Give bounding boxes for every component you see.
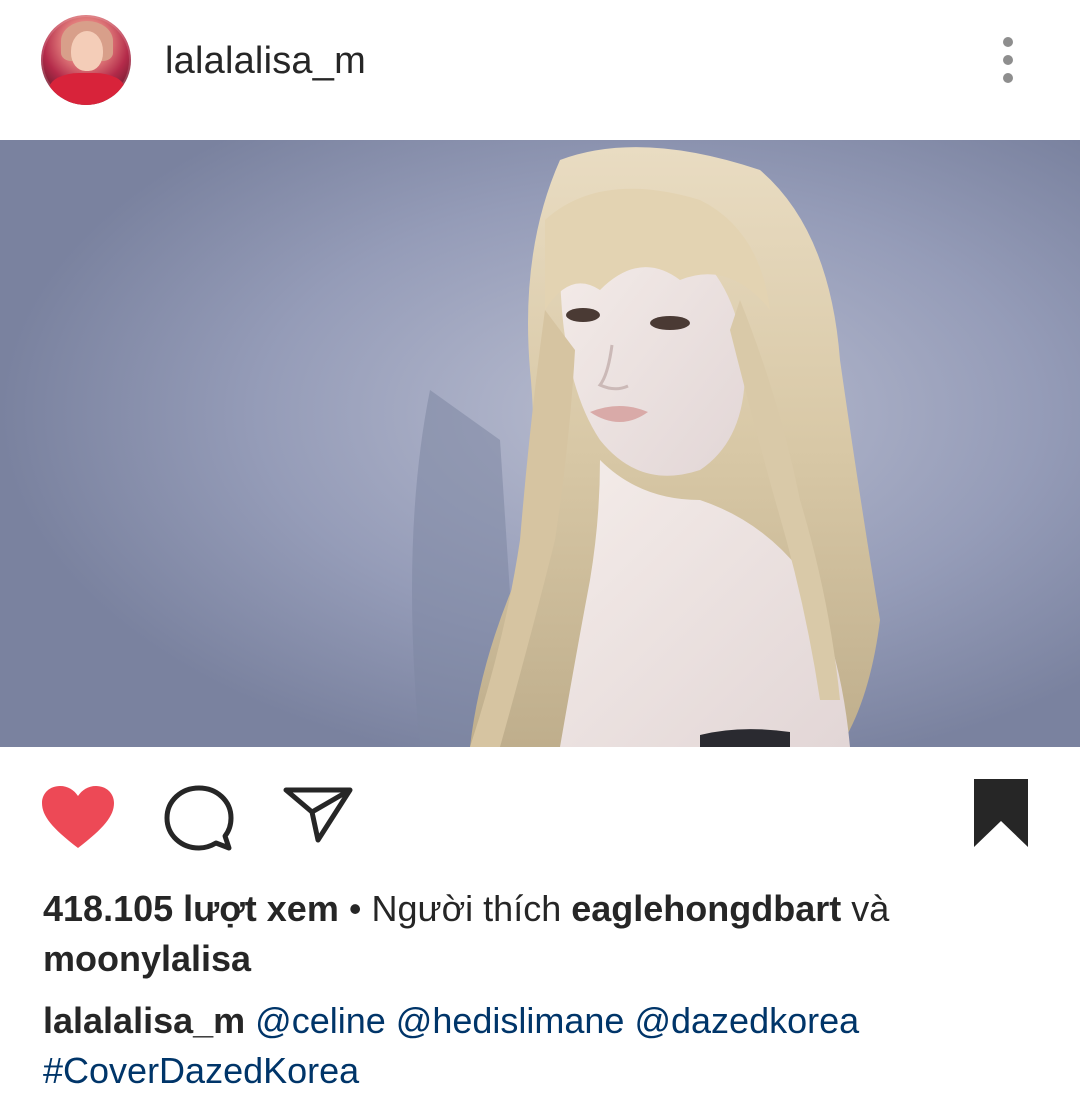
separator: • [338, 888, 372, 929]
more-vertical-icon[interactable] [990, 35, 1026, 87]
post-video[interactable] [0, 140, 1080, 747]
avatar[interactable] [41, 15, 131, 105]
bookmark-filled-icon[interactable] [972, 777, 1030, 849]
post-header: lalalalisa_m [0, 0, 1080, 140]
view-count[interactable]: 418.105 lượt xem [43, 888, 339, 929]
heart-filled-icon[interactable] [40, 784, 116, 850]
post-username[interactable]: lalalalisa_m [165, 38, 366, 84]
mention-dazedkorea[interactable]: @dazedkorea [634, 1000, 859, 1041]
liked-by-user-2[interactable]: moonylalisa [43, 938, 251, 979]
caption-username[interactable]: lalalalisa_m [43, 1000, 245, 1041]
hashtag-coverdazedkorea[interactable]: #CoverDazedKorea [43, 1050, 359, 1091]
post-image [0, 140, 1080, 747]
action-bar [0, 747, 1080, 882]
avatar-face [71, 31, 103, 71]
mention-celine[interactable]: @celine [255, 1000, 386, 1041]
liked-by-prefix: Người thích [371, 888, 572, 929]
avatar-shirt [49, 73, 125, 105]
liked-by-user-1[interactable]: eaglehongdbart [571, 888, 841, 929]
comment-icon[interactable] [163, 784, 235, 854]
caption: lalalalisa_m @celine @hedislimane @dazed… [43, 996, 1043, 1096]
mention-hedislimane[interactable]: @hedislimane [396, 1000, 625, 1041]
liked-by-and: và [841, 888, 890, 929]
stats-line: 418.105 lượt xem • Người thích eaglehong… [43, 884, 1043, 984]
send-icon[interactable] [282, 784, 354, 844]
